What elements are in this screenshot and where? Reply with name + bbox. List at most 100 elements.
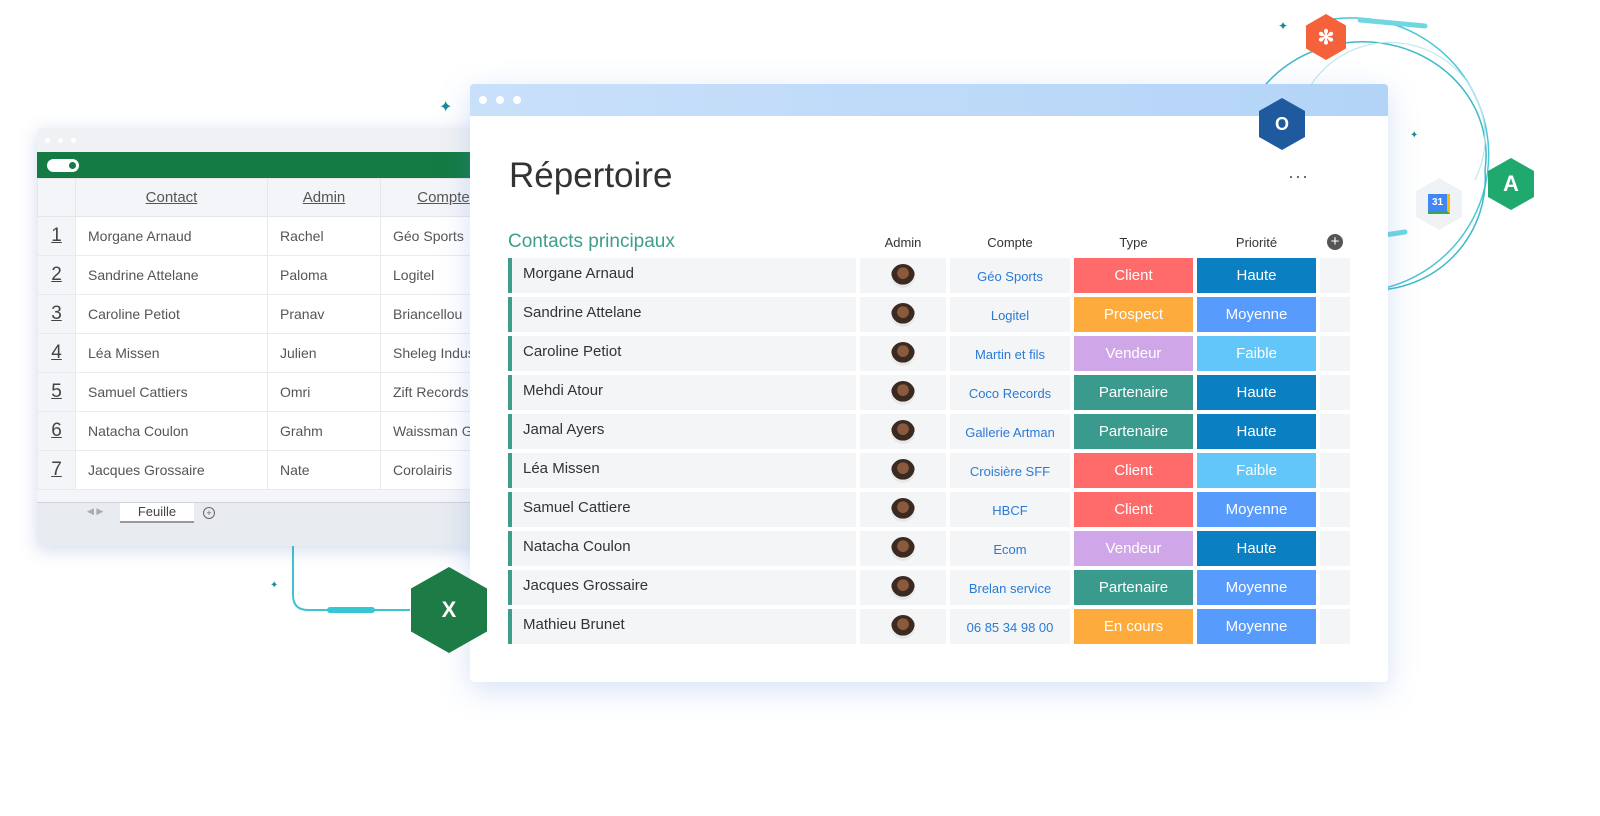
col-header-contact[interactable]: Contact <box>75 178 268 217</box>
row-number[interactable]: 3 <box>37 294 76 334</box>
priority-status[interactable]: Moyenne <box>1197 609 1316 644</box>
col-header-admin[interactable]: Admin <box>267 178 381 217</box>
item-name[interactable]: Mathieu Brunet <box>508 609 856 644</box>
account-link[interactable]: HBCF <box>950 492 1070 527</box>
admin-cell[interactable] <box>860 492 946 527</box>
cell-admin[interactable]: Rachel <box>267 216 381 256</box>
board-row[interactable]: Jamal Ayers Gallerie Artman Partenaire H… <box>508 414 1350 449</box>
col-header-admin[interactable]: Admin <box>860 235 946 250</box>
col-header-priorite[interactable]: Priorité <box>1197 235 1316 250</box>
sheet-row[interactable]: 1 Morgane Arnaud Rachel Géo Sports <box>37 216 487 256</box>
item-name[interactable]: Samuel Cattiere <box>508 492 856 527</box>
cell-admin[interactable]: Nate <box>267 450 381 490</box>
account-link[interactable]: Ecom <box>950 531 1070 566</box>
type-status[interactable]: En cours <box>1074 609 1193 644</box>
account-link[interactable]: Géo Sports <box>950 258 1070 293</box>
item-name[interactable]: Caroline Petiot <box>508 336 856 371</box>
board-row[interactable]: Sandrine Attelane Logitel Prospect Moyen… <box>508 297 1350 332</box>
cell-contact[interactable]: Samuel Cattiers <box>75 372 268 412</box>
board-row[interactable]: Morgane Arnaud Géo Sports Client Haute <box>508 258 1350 293</box>
priority-status[interactable]: Haute <box>1197 414 1316 449</box>
sheet-row[interactable]: 4 Léa Missen Julien Sheleg Indus <box>37 333 487 373</box>
type-status[interactable]: Partenaire <box>1074 414 1193 449</box>
admin-cell[interactable] <box>860 375 946 410</box>
item-name[interactable]: Mehdi Atour <box>508 375 856 410</box>
account-link[interactable]: Martin et fils <box>950 336 1070 371</box>
account-link[interactable]: 06 85 34 98 00 <box>950 609 1070 644</box>
item-name[interactable]: Natacha Coulon <box>508 531 856 566</box>
cell-admin[interactable]: Paloma <box>267 255 381 295</box>
sheet-row[interactable]: 5 Samuel Cattiers Omri Zift Records <box>37 372 487 412</box>
admin-cell[interactable] <box>860 414 946 449</box>
type-status[interactable]: Vendeur <box>1074 336 1193 371</box>
priority-status[interactable]: Moyenne <box>1197 492 1316 527</box>
admin-cell[interactable] <box>860 336 946 371</box>
board-row[interactable]: Samuel Cattiere HBCF Client Moyenne <box>508 492 1350 527</box>
cell-admin[interactable]: Grahm <box>267 411 381 451</box>
sheet-row[interactable]: 7 Jacques Grossaire Nate Corolairis <box>37 450 487 490</box>
row-number[interactable]: 6 <box>37 411 76 451</box>
item-name[interactable]: Morgane Arnaud <box>508 258 856 293</box>
row-number[interactable]: 1 <box>37 216 76 256</box>
board-row[interactable]: Mehdi Atour Coco Records Partenaire Haut… <box>508 375 1350 410</box>
item-name[interactable]: Léa Missen <box>508 453 856 488</box>
sheet-row[interactable]: 6 Natacha Coulon Grahm Waissman G <box>37 411 487 451</box>
cell-contact[interactable]: Caroline Petiot <box>75 294 268 334</box>
priority-status[interactable]: Faible <box>1197 453 1316 488</box>
priority-status[interactable]: Moyenne <box>1197 297 1316 332</box>
priority-status[interactable]: Haute <box>1197 375 1316 410</box>
admin-cell[interactable] <box>860 609 946 644</box>
item-name[interactable]: Jamal Ayers <box>508 414 856 449</box>
row-number[interactable]: 4 <box>37 333 76 373</box>
sheet-row[interactable]: 3 Caroline Petiot Pranav Briancellou <box>37 294 487 334</box>
board-row[interactable]: Léa Missen Croisière SFF Client Faible <box>508 453 1350 488</box>
cell-admin[interactable]: Julien <box>267 333 381 373</box>
type-status[interactable]: Vendeur <box>1074 531 1193 566</box>
board-row[interactable]: Caroline Petiot Martin et fils Vendeur F… <box>508 336 1350 371</box>
more-options-icon[interactable]: ··· <box>1288 166 1309 187</box>
cell-contact[interactable]: Morgane Arnaud <box>75 216 268 256</box>
sheet-nav-arrows[interactable]: ◀ ▶ <box>87 506 103 517</box>
priority-status[interactable]: Haute <box>1197 531 1316 566</box>
priority-status[interactable]: Moyenne <box>1197 570 1316 605</box>
cell-admin[interactable]: Pranav <box>267 294 381 334</box>
admin-cell[interactable] <box>860 258 946 293</box>
account-link[interactable]: Brelan service <box>950 570 1070 605</box>
col-header-type[interactable]: Type <box>1074 235 1193 250</box>
add-column-icon[interactable]: + <box>1327 234 1343 250</box>
type-status[interactable]: Partenaire <box>1074 375 1193 410</box>
item-name[interactable]: Jacques Grossaire <box>508 570 856 605</box>
cell-contact[interactable]: Natacha Coulon <box>75 411 268 451</box>
account-link[interactable]: Croisière SFF <box>950 453 1070 488</box>
priority-status[interactable]: Faible <box>1197 336 1316 371</box>
row-number[interactable]: 5 <box>37 372 76 412</box>
type-status[interactable]: Prospect <box>1074 297 1193 332</box>
item-name[interactable]: Sandrine Attelane <box>508 297 856 332</box>
type-status[interactable]: Client <box>1074 453 1193 488</box>
priority-status[interactable]: Haute <box>1197 258 1316 293</box>
admin-cell[interactable] <box>860 453 946 488</box>
sheet-row[interactable]: 2 Sandrine Attelane Paloma Logitel <box>37 255 487 295</box>
board-row[interactable]: Mathieu Brunet 06 85 34 98 00 En cours M… <box>508 609 1350 644</box>
toggle-switch[interactable] <box>47 159 79 172</box>
admin-cell[interactable] <box>860 570 946 605</box>
col-header-compte[interactable]: Compte <box>950 235 1070 250</box>
admin-cell[interactable] <box>860 531 946 566</box>
row-number[interactable]: 7 <box>37 450 76 490</box>
cell-admin[interactable]: Omri <box>267 372 381 412</box>
board-row[interactable]: Natacha Coulon Ecom Vendeur Haute <box>508 531 1350 566</box>
type-status[interactable]: Client <box>1074 258 1193 293</box>
board-row[interactable]: Jacques Grossaire Brelan service Partena… <box>508 570 1350 605</box>
cell-contact[interactable]: Léa Missen <box>75 333 268 373</box>
cell-contact[interactable]: Sandrine Attelane <box>75 255 268 295</box>
group-title[interactable]: Contacts principaux <box>508 231 675 253</box>
row-number[interactable]: 2 <box>37 255 76 295</box>
account-link[interactable]: Logitel <box>950 297 1070 332</box>
add-sheet-icon[interactable]: + <box>203 507 215 519</box>
account-link[interactable]: Gallerie Artman <box>950 414 1070 449</box>
sheet-tab[interactable]: Feuille <box>120 503 194 523</box>
account-link[interactable]: Coco Records <box>950 375 1070 410</box>
type-status[interactable]: Partenaire <box>1074 570 1193 605</box>
admin-cell[interactable] <box>860 297 946 332</box>
type-status[interactable]: Client <box>1074 492 1193 527</box>
